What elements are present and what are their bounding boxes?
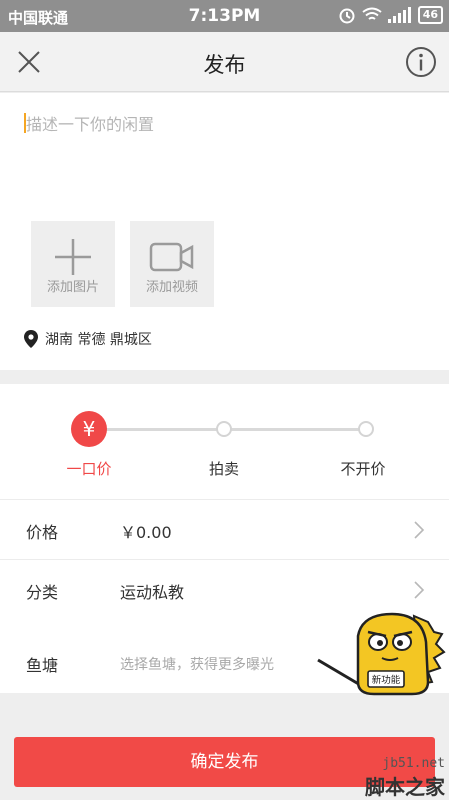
location-text: 湖南 常德 鼎城区 [45,332,152,348]
price-mode-slider[interactable]: ¥ 一口价 拍卖 不开价 [0,384,449,499]
price-value: ￥0.00 [120,523,172,542]
option-no-price[interactable]: 不开价 [318,458,408,479]
info-icon[interactable] [405,46,437,78]
compose-section: 描述一下你的闲置 添加图片 添加视频 湖南 常德 鼎城区 [0,93,449,370]
price-label: 价格 [26,523,59,542]
watermark-url: jb51.net [382,756,445,771]
location-row[interactable]: 湖南 常德 鼎城区 [24,329,152,349]
category-label: 分类 [26,583,59,602]
category-value: 运动私教 [120,583,185,602]
fish-pond-hint: 选择鱼塘，获得更多曝光 [120,657,274,673]
nav-bar: 发布 [0,32,449,92]
fish-pond-label: 鱼塘 [26,656,59,675]
signal-icon [387,7,411,23]
watermark: jb51.net 脚本之家 [365,756,445,800]
page-title: 发布 [203,53,246,77]
status-icons: 46 [338,6,443,24]
add-video-button[interactable]: 添加视频 [130,221,214,307]
location-pin-icon [24,330,38,348]
chevron-right-icon [414,521,425,539]
plus-icon [55,239,91,275]
chevron-right-icon [414,581,425,599]
watermark-site: 脚本之家 [365,775,445,799]
price-row[interactable]: 价格 ￥0.00 [0,499,449,559]
battery-icon: 46 [417,6,443,24]
slider-knob-auction[interactable] [216,421,232,437]
video-camera-icon [149,242,194,272]
description-input[interactable]: 描述一下你的闲置 [26,111,154,135]
add-photo-button[interactable]: 添加图片 [31,221,115,307]
alarm-icon [339,8,355,24]
mascot-new-feature-icon[interactable]: 新功能 [316,602,446,698]
slider-knob-fixed-price[interactable]: ¥ [71,411,107,447]
new-feature-badge: 新功能 [372,674,401,686]
status-bar: 中国联通 7:13PM 46 [0,0,449,32]
wifi-icon [362,7,382,20]
slider-knob-no-price[interactable] [358,421,374,437]
add-video-label: 添加视频 [145,280,198,295]
add-photo-label: 添加图片 [46,280,99,295]
option-auction[interactable]: 拍卖 [179,458,269,479]
option-fixed-price[interactable]: 一口价 [44,458,134,479]
